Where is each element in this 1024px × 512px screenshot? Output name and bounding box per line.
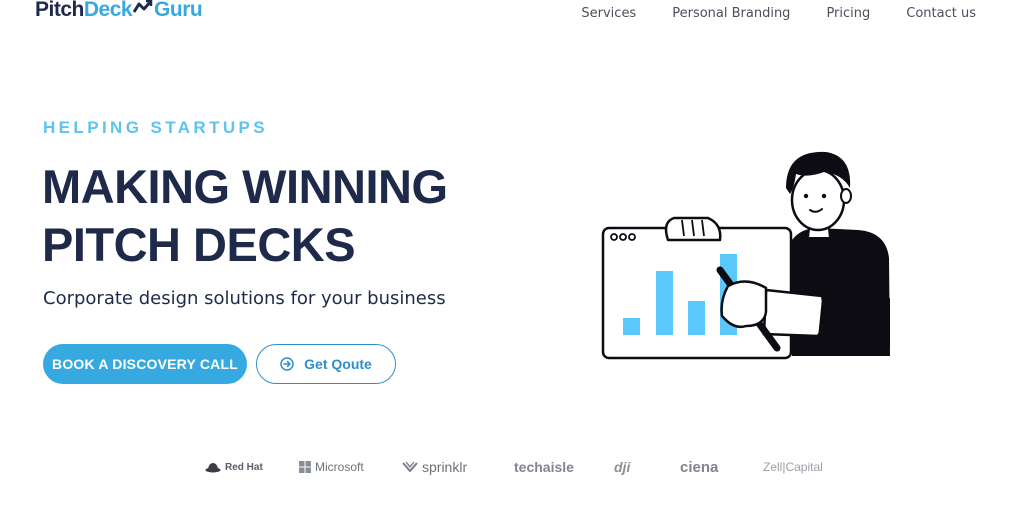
arrow-circle-right-icon: [280, 357, 294, 371]
logo-text-guru: Guru: [154, 0, 203, 21]
hero-headline: MAKING WINNING PITCH DECKS: [42, 158, 448, 274]
nav-link-personal-branding[interactable]: Personal Branding: [672, 6, 790, 21]
logo-text-pitch: Pitch: [35, 0, 84, 21]
chart-bar-3: [688, 301, 705, 335]
brand-sprinklr-label: sprinklr: [422, 459, 468, 475]
brand-microsoft: Microsoft: [299, 456, 364, 478]
brand-zell-label: Zell|Capital: [763, 460, 823, 474]
nav-link-pricing[interactable]: Pricing: [826, 6, 870, 21]
main-menu: Services Personal Branding Pricing Conta…: [581, 6, 976, 21]
hero-subtitle: Corporate design solutions for your busi…: [43, 288, 446, 309]
nav-link-services[interactable]: Services: [581, 6, 636, 21]
microsoft-grid-icon: [299, 461, 311, 473]
brand-redhat-label: Red Hat: [225, 461, 263, 473]
hand-right: [720, 280, 768, 329]
logo-text-deck: Deck: [83, 0, 133, 21]
hero-eyebrow: HELPING STARTUPS: [43, 118, 269, 137]
person-eye-left: [803, 193, 809, 199]
brand-microsoft-label: Microsoft: [315, 460, 364, 474]
sprinklr-mark-icon: [402, 461, 418, 473]
chart-bar-1: [623, 318, 640, 335]
brand-ciena-label: ciena: [680, 458, 719, 476]
hero-headline-line-1: MAKING WINNING: [42, 160, 448, 213]
brand-dji-label: dji: [614, 459, 631, 475]
brand-ciena: ciena: [680, 456, 718, 478]
brand-redhat: Red Hat: [205, 456, 263, 478]
get-quote-button[interactable]: Get Qoute: [256, 344, 396, 384]
logo-chart-mark-icon: [133, 0, 153, 14]
brand-techaisle-label: techaisle: [514, 459, 574, 475]
brand-sprinklr: sprinklr: [402, 456, 467, 478]
client-logos-strip: Red Hat Microsoft sprinklr techaisle dji…: [0, 456, 1024, 478]
brand-dji: dji: [614, 456, 630, 478]
redhat-hat-icon: [205, 463, 221, 473]
chart-bar-2: [656, 271, 673, 335]
person-head: [790, 168, 846, 232]
nav-link-contact-us[interactable]: Contact us: [906, 6, 976, 21]
hero-headline-line-2: PITCH DECKS: [42, 218, 356, 271]
book-discovery-call-button[interactable]: BOOK A DISCOVERY CALL: [43, 344, 247, 384]
person-eye-right: [821, 193, 827, 199]
hero-illustration: [601, 151, 890, 360]
person-ear: [840, 188, 852, 204]
brand-zell-capital: Zell|Capital: [763, 456, 823, 478]
top-navigation: PitchDeck Guru Services Personal Brandin…: [0, 0, 1024, 32]
brand-techaisle: techaisle: [514, 456, 574, 478]
site-logo[interactable]: PitchDeck Guru: [35, 0, 203, 22]
arm-right: [762, 288, 826, 338]
get-quote-label: Get Qoute: [304, 356, 372, 372]
